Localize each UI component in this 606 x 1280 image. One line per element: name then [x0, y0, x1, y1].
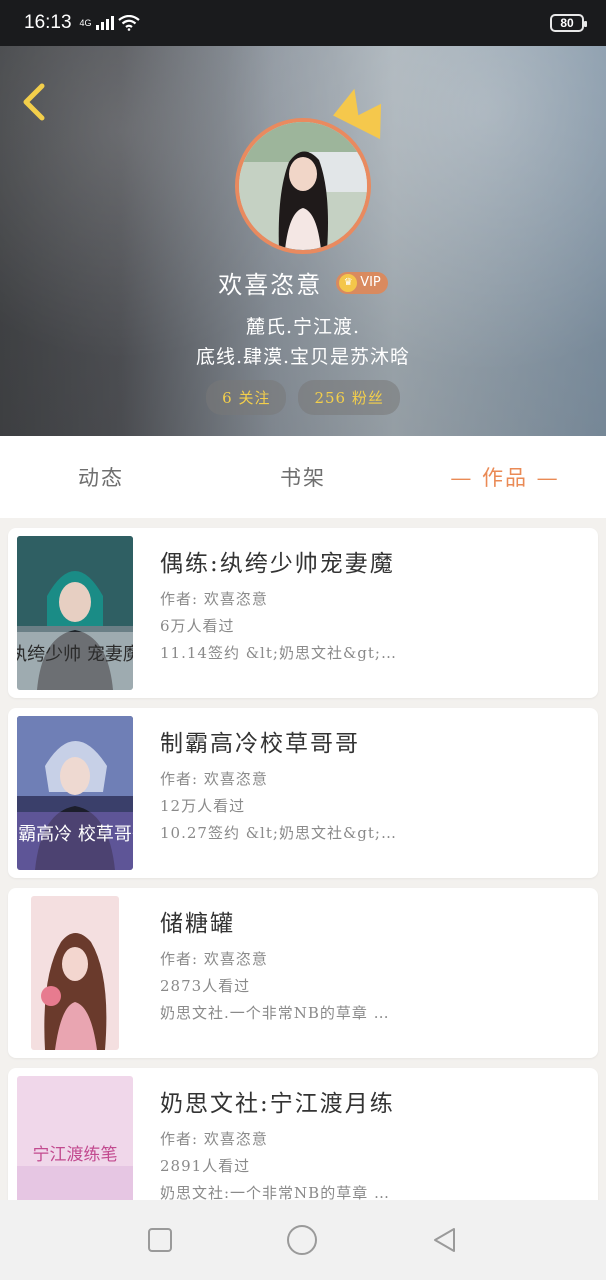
tab-activity[interactable]: 动态	[0, 462, 202, 492]
chevron-left-icon	[23, 83, 45, 121]
work-title: 制霸高冷校草哥哥	[160, 731, 360, 757]
works-list: 纨绔少帅 宠妻魔 偶练:纨绔少帅宠妻魔 作者: 欢喜恣意 6万人看过 11.14…	[0, 518, 606, 1200]
back-nav-button[interactable]	[430, 1225, 460, 1255]
status-time: 16:13	[24, 12, 72, 33]
work-views: 12万人看过	[160, 797, 246, 815]
work-author: 作者: 欢喜恣意	[160, 770, 268, 788]
list-item[interactable]: 制霸高冷 校草哥哥 制霸高冷校草哥哥 作者: 欢喜恣意 12万人看过 10.27…	[8, 708, 598, 878]
work-description: 奶思文社.一个非常NB的草章 …	[160, 1004, 390, 1022]
list-item[interactable]: 储糖罐 作者: 欢喜恣意 2873人看过 奶思文社.一个非常NB的草章 …	[8, 888, 598, 1058]
work-author: 作者: 欢喜恣意	[160, 590, 268, 608]
profile-header: 16:13 4G 80 欢喜恣意 ♛ VIP 麓氏.宁江渡. 底线.肆漠.宝贝是…	[0, 0, 606, 436]
work-views: 2891人看过	[160, 1157, 251, 1175]
recent-apps-button[interactable]	[146, 1226, 174, 1254]
tab-bookshelf[interactable]: 书架	[202, 462, 404, 492]
back-button[interactable]	[14, 80, 54, 124]
book-cover: 纨绔少帅 宠妻魔	[17, 536, 133, 690]
work-description: 奶思文社:一个非常NB的草章 …	[160, 1184, 390, 1200]
crown-icon	[333, 88, 382, 140]
vip-crown-icon: ♛	[339, 273, 358, 292]
network-icon: 4G	[80, 15, 140, 31]
system-nav-bar	[0, 1200, 606, 1280]
profile-tabs: 动态 书架 — 作品 —	[0, 436, 606, 518]
svg-text:制霸高冷 校草哥哥: 制霸高冷 校草哥哥	[17, 824, 133, 845]
list-item[interactable]: 纨绔少帅 宠妻魔 偶练:纨绔少帅宠妻魔 作者: 欢喜恣意 6万人看过 11.14…	[8, 528, 598, 698]
battery-icon: 80	[550, 14, 587, 32]
work-title: 奶思文社:宁江渡月练	[160, 1091, 395, 1117]
work-views: 6万人看过	[160, 617, 235, 635]
bio-line-1: 麓氏.宁江渡.	[245, 316, 361, 338]
book-cover: 宁江渡练笔	[17, 1076, 133, 1200]
wifi-icon	[117, 15, 140, 31]
bio-line-2: 底线.肆漠.宝贝是苏沐晗	[195, 346, 411, 368]
work-views: 2873人看过	[160, 977, 251, 995]
tab-works[interactable]: — 作品 —	[404, 462, 606, 492]
work-title: 储糖罐	[160, 911, 235, 937]
book-cover: 制霸高冷 校草哥哥	[17, 716, 133, 870]
work-description: 10.27签约 &lt;奶思文社&gt;…	[160, 824, 397, 842]
home-button[interactable]	[285, 1223, 319, 1257]
book-cover	[31, 896, 119, 1050]
svg-text:宁江渡练笔: 宁江渡练笔	[33, 1145, 118, 1165]
work-author: 作者: 欢喜恣意	[160, 1130, 268, 1148]
vip-badge: ♛ VIP	[336, 271, 388, 294]
list-item[interactable]: 宁江渡练笔 奶思文社:宁江渡月练 作者: 欢喜恣意 2891人看过 奶思文社:一…	[8, 1068, 598, 1200]
work-description: 11.14签约 &lt;奶思文社&gt;…	[160, 644, 397, 662]
status-bar: 16:13 4G 80	[0, 0, 606, 46]
svg-text:纨绔少帅 宠妻魔: 纨绔少帅 宠妻魔	[17, 644, 133, 665]
followers-count[interactable]: 256 粉丝	[298, 380, 400, 415]
work-author: 作者: 欢喜恣意	[160, 950, 268, 968]
profile-name: 欢喜恣意	[218, 271, 323, 299]
following-count[interactable]: 6 关注	[206, 380, 287, 415]
work-title: 偶练:纨绔少帅宠妻魔	[160, 551, 395, 577]
profile-bio: 麓氏.宁江渡. 底线.肆漠.宝贝是苏沐晗	[0, 312, 606, 372]
